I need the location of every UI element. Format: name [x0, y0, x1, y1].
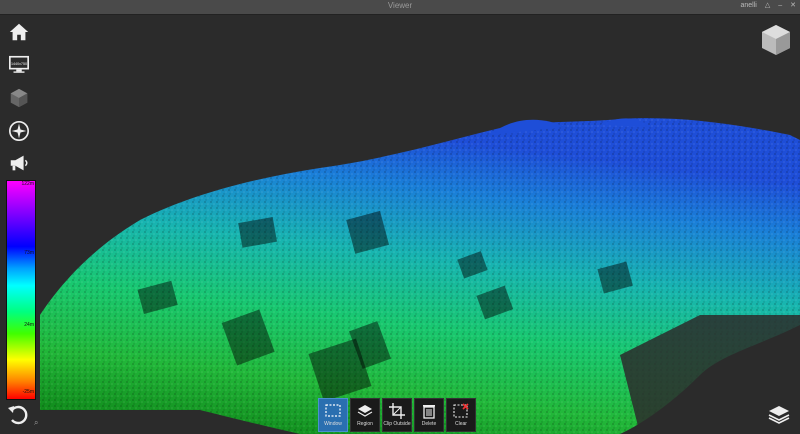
- view-cube-button[interactable]: [6, 85, 32, 111]
- legend-tick-max: 122m: [21, 181, 34, 187]
- legend-tick-2: 73m: [24, 250, 34, 256]
- delete-button[interactable]: Delete: [414, 398, 444, 432]
- menu-icon[interactable]: △: [765, 1, 770, 9]
- region-button[interactable]: Region: [350, 398, 380, 432]
- navigation-cube[interactable]: [758, 22, 794, 58]
- window-select-label: Window: [324, 421, 342, 427]
- monitor-icon: 1440x750: [9, 55, 29, 73]
- window-title: Viewer: [387, 1, 413, 10]
- close-button[interactable]: ✕: [790, 1, 796, 9]
- clear-button[interactable]: Clear: [446, 398, 476, 432]
- clear-selection-icon: [453, 403, 469, 418]
- title-bar: Viewer anelli △ – ✕: [0, 0, 800, 15]
- display-caption: 1440x750: [11, 62, 27, 66]
- color-ramp: [6, 180, 36, 400]
- compass-button[interactable]: [6, 118, 32, 144]
- window-select-button[interactable]: Window: [318, 398, 348, 432]
- undo-icon: [8, 405, 28, 425]
- legend-tick-3: 24m: [24, 322, 34, 328]
- home-icon: [9, 23, 29, 41]
- navigation-cube-icon: [762, 25, 790, 55]
- region-label: Region: [357, 421, 373, 427]
- undo-button[interactable]: [6, 402, 32, 428]
- crop-icon: [389, 403, 405, 419]
- delete-label: Delete: [421, 421, 437, 427]
- point-cloud-viewport[interactable]: [0, 15, 800, 434]
- display-button[interactable]: 1440x750: [6, 52, 32, 78]
- clip-outside-label: Clip Outside: [383, 421, 411, 427]
- window-select-icon: [325, 404, 341, 417]
- home-button[interactable]: [6, 19, 32, 45]
- clear-label: Clear: [455, 421, 467, 427]
- layers-button[interactable]: [767, 402, 793, 428]
- megaphone-icon: [10, 155, 28, 171]
- search-icon[interactable]: ⌕: [34, 418, 38, 428]
- selection-toolbar: Window Region Clip Outside Delete Clear: [318, 398, 476, 434]
- layers-icon: [768, 406, 790, 424]
- layers-region-icon: [357, 405, 373, 417]
- elevation-legend: 122m 73m 24m -25m: [4, 180, 36, 400]
- announce-button[interactable]: [6, 150, 32, 176]
- legend-tick-min: -25m: [22, 389, 34, 395]
- cube-icon: [10, 88, 28, 108]
- minimize-button[interactable]: –: [778, 2, 782, 9]
- compass-icon: [9, 121, 29, 141]
- clip-outside-button[interactable]: Clip Outside: [382, 398, 412, 432]
- trash-icon: [423, 405, 435, 419]
- user-menu[interactable]: anelli: [740, 2, 756, 9]
